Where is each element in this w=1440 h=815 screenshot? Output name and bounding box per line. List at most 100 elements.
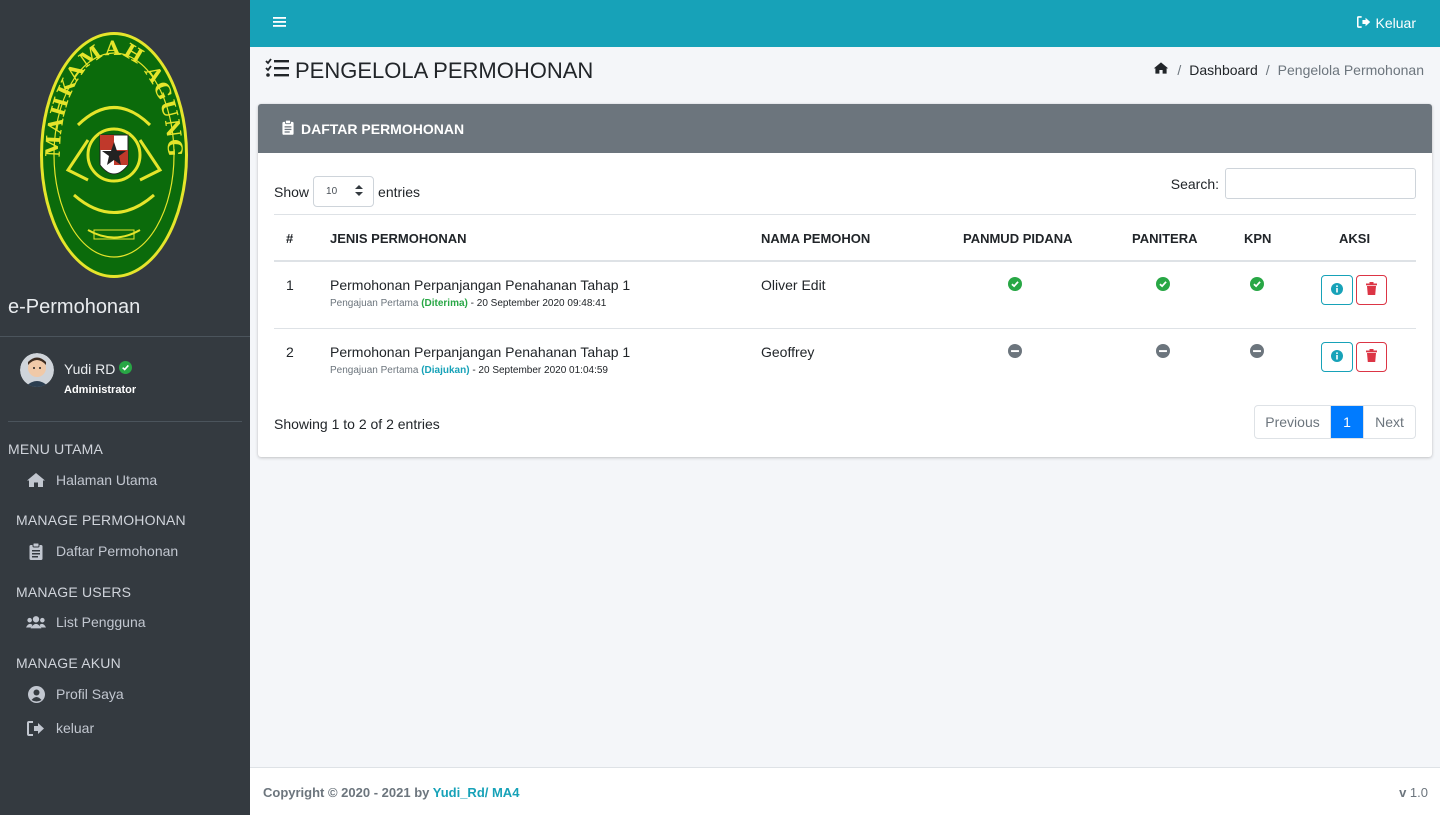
sidebar-divider [0, 336, 250, 337]
column-header-kpn[interactable]: KPN [1244, 231, 1271, 246]
nav-header-manage-users: MANAGE USERS [16, 584, 132, 600]
pagination-page-1[interactable]: 1 [1331, 406, 1363, 438]
entries-length-control: Show 10 entries [274, 176, 420, 207]
check-circle-icon [1250, 277, 1264, 291]
card-header: DAFTAR PERMOHONAN [258, 104, 1432, 153]
copyright: Copyright © 2020 - 2021 by Yudi_Rd/ MA4 [263, 785, 519, 800]
sidebar-item-list-pengguna[interactable]: List Pengguna [26, 613, 146, 631]
status-badge: (Diajukan) [421, 365, 470, 376]
search-input[interactable] [1225, 168, 1416, 199]
breadcrumb-dashboard[interactable]: Dashboard [1189, 62, 1258, 78]
info-icon [1331, 349, 1343, 365]
sidebar-item-label: List Pengguna [56, 614, 146, 630]
table-row: 2 Permohonan Perpanjangan Penahanan Taha… [274, 329, 1416, 396]
trash-icon [1366, 349, 1377, 365]
entries-select[interactable]: 10 [313, 176, 375, 207]
pemohon-name: Geoffrey [761, 344, 815, 360]
jenis-text: Permohonan Perpanjangan Penahanan Tahap … [330, 277, 631, 293]
sidebar-divider [8, 421, 242, 422]
pemohon-name: Oliver Edit [761, 277, 826, 293]
user-circle-icon [26, 685, 46, 703]
permohonan-card: DAFTAR PERMOHONAN Show 10 entries Search… [258, 104, 1432, 457]
sign-out-icon [1356, 15, 1371, 31]
home-icon[interactable] [1153, 61, 1169, 78]
pagination-next[interactable]: Next [1363, 406, 1415, 438]
submission-prefix: Pengajuan Pertama [330, 298, 419, 309]
sidebar-item-daftar-permohonan[interactable]: Daftar Permohonan [26, 542, 178, 560]
hamburger-menu-icon[interactable] [273, 15, 287, 29]
version-label: v [1399, 785, 1407, 800]
logout-button[interactable]: Keluar [1356, 15, 1416, 31]
brand-name[interactable]: e-Permohonan [8, 296, 140, 319]
delete-button[interactable] [1356, 342, 1387, 372]
jenis-cell: Permohonan Perpanjangan Penahanan Tahap … [330, 277, 630, 309]
status-badge: (Diterima) [421, 298, 468, 309]
check-circle-icon [1008, 277, 1022, 291]
copyright-text: Copyright © 2020 - 2021 by [263, 785, 430, 800]
submission-date: - 20 September 2020 09:48:41 [470, 298, 607, 309]
show-label: Show [274, 183, 310, 200]
table-row: 1 Permohonan Perpanjangan Penahanan Taha… [274, 262, 1416, 329]
page-title: PENGELOLA PERMOHONAN [265, 58, 593, 84]
minus-circle-icon [1008, 344, 1022, 358]
footer: Copyright © 2020 - 2021 by Yudi_Rd/ MA4 … [250, 767, 1440, 815]
sidebar-item-halaman-utama[interactable]: Halaman Utama [26, 471, 157, 489]
author-link[interactable]: Yudi_Rd/ MA4 [433, 785, 520, 800]
column-header-panitera[interactable]: PANITERA [1132, 231, 1197, 246]
sidebar-item-label: Halaman Utama [56, 472, 158, 488]
breadcrumb: / Dashboard / Pengelola Permohonan [1153, 61, 1424, 78]
minus-circle-icon [1156, 344, 1170, 358]
column-header-no[interactable]: # [286, 231, 293, 246]
sidebar-item-label: Daftar Permohonan [56, 543, 179, 559]
nav-header-manage-akun: MANAGE AKUN [16, 655, 121, 671]
verified-check-icon [119, 361, 133, 377]
trash-icon [1366, 282, 1377, 298]
row-number: 1 [286, 277, 294, 293]
check-circle-icon [1156, 277, 1170, 291]
delete-button[interactable] [1356, 275, 1387, 305]
column-header-pemohon[interactable]: NAMA PEMOHON [761, 231, 870, 246]
version-number: 1.0 [1409, 785, 1428, 800]
pagination-previous[interactable]: Previous [1255, 406, 1331, 438]
nav-header-manage-permohonan: MANAGE PERMOHONAN [16, 512, 186, 528]
home-icon [26, 471, 46, 489]
submission-date: - 20 September 2020 01:04:59 [472, 365, 608, 376]
breadcrumb-current: Pengelola Permohonan [1277, 61, 1424, 78]
submission-prefix: Pengajuan Pertama [330, 365, 419, 376]
table-header: # JENIS PERMOHONAN NAMA PEMOHON PANMUD P… [274, 215, 1416, 262]
minus-circle-icon [1250, 344, 1264, 358]
permohonan-table: # JENIS PERMOHONAN NAMA PEMOHON PANMUD P… [274, 214, 1416, 396]
column-header-jenis[interactable]: JENIS PERMOHONAN [330, 231, 467, 246]
sort-arrows-icon [355, 184, 364, 199]
entries-label: entries [378, 183, 421, 200]
submission-info: Pengajuan Pertama (Diajukan) - 20 Septem… [330, 365, 630, 376]
avatar[interactable] [20, 353, 54, 387]
sidebar-item-label: keluar [56, 720, 95, 736]
sidebar-item-keluar[interactable]: keluar [26, 719, 94, 737]
user-role: Administrator [64, 384, 137, 396]
breadcrumb-separator: / [1265, 61, 1270, 78]
info-icon [1331, 282, 1343, 298]
column-header-aksi: AKSI [1339, 231, 1371, 246]
nav-header-menu-utama: MENU UTAMA [8, 441, 104, 457]
sidebar: MAHKAMAH AGUNG e-Permohonan Yudi RD Admi… [0, 0, 250, 815]
user-name-text: Yudi RD [64, 361, 116, 377]
user-name[interactable]: Yudi RD [64, 361, 133, 377]
submission-info: Pengajuan Pertama (Diterima) - 20 Septem… [330, 298, 630, 309]
row-number: 2 [286, 344, 294, 360]
detail-button[interactable] [1321, 342, 1353, 372]
sidebar-item-profil-saya[interactable]: Profil Saya [26, 685, 124, 703]
mahkamah-agung-logo: MAHKAMAH AGUNG [38, 30, 190, 280]
table-info: Showing 1 to 2 of 2 entries [274, 416, 440, 432]
topbar: Keluar [250, 0, 1440, 47]
entries-select-value: 10 [326, 186, 338, 197]
logout-label: Keluar [1375, 15, 1416, 31]
clipboard-icon [282, 119, 294, 138]
jenis-text: Permohonan Perpanjangan Penahanan Tahap … [330, 344, 631, 360]
card-title: DAFTAR PERMOHONAN [301, 120, 465, 137]
jenis-cell: Permohonan Perpanjangan Penahanan Tahap … [330, 344, 630, 376]
users-icon [26, 613, 46, 631]
breadcrumb-separator: / [1177, 61, 1182, 78]
detail-button[interactable] [1321, 275, 1353, 305]
column-header-panmud[interactable]: PANMUD PIDANA [963, 231, 1073, 246]
